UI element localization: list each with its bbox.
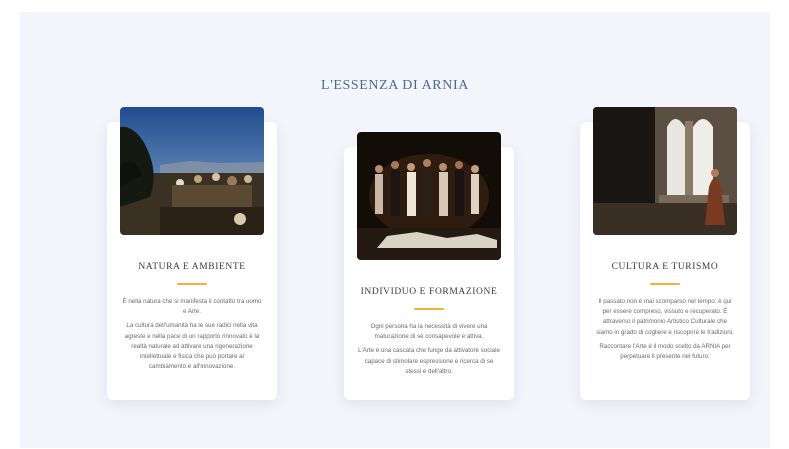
card-text: Il passato non è mai scomparso nel tempo… [594,297,736,366]
card-title: INDIVIDUO E FORMAZIONE [360,287,498,297]
card-paragraph: Il passato non è mai scomparso nel tempo… [596,298,734,336]
card-title: CULTURA E TURISMO [611,262,719,272]
card-photo-arches [593,107,737,235]
card-paragraph: La cultura dell'umanità ha le sue radici… [124,322,260,371]
card-photo-landscape [120,107,264,235]
section-title: L'ESSENZA DI ARNIA [321,78,469,93]
title-underline [650,283,680,285]
card-paragraph: È nella natura che si manifesta il conta… [122,298,262,316]
card-title: NATURA E AMBIENTE [138,262,246,272]
card-natura-ambiente: NATURA E AMBIENTE È nella natura che si … [107,107,277,400]
card-paragraph: Raccontare l'Arte è il modo scelto da AR… [599,342,731,361]
card-individuo-formazione: INDIVIDUO E FORMAZIONE Ogni persona ha l… [344,132,514,400]
card-text: Ogni persona ha la necessità di vivere u… [358,322,500,381]
title-underline [177,283,207,285]
card-paragraph: L'Arte è una cascata che funge da attiva… [358,347,500,375]
card-cultura-turismo: CULTURA E TURISMO Il passato non è mai s… [580,107,750,400]
card-text: È nella natura che si manifesta il conta… [121,297,263,376]
title-underline [414,308,444,310]
essence-section: L'ESSENZA DI ARNIA NATURA E AMBIENTE È n… [20,12,770,448]
card-paragraph: Ogni persona ha la necessità di vivere u… [370,323,488,341]
card-photo-theater [357,132,501,260]
